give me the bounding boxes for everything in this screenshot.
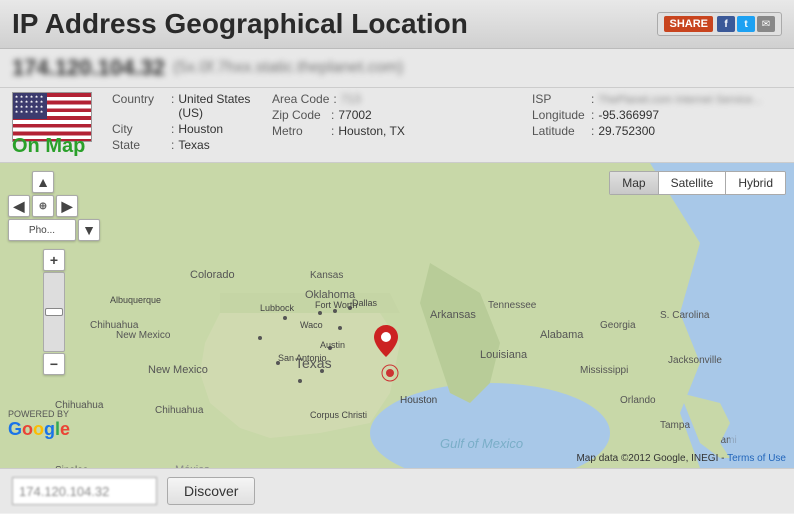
- svg-text:Lubbock: Lubbock: [260, 303, 295, 313]
- svg-text:México: México: [175, 464, 210, 468]
- info-section: ★★★★★★ ★★★★★★ ★★★★★★ ★★★★★★ Country : Un…: [0, 88, 794, 163]
- powered-by-text: POWERED BY: [8, 409, 69, 419]
- latitude-label: Latitude: [532, 124, 587, 138]
- info-mid: Area Code : 713 Zip Code : 77002 Metro :…: [272, 92, 522, 154]
- discover-button[interactable]: Discover: [167, 477, 255, 505]
- header: IP Address Geographical Location SHARE f…: [0, 0, 794, 49]
- svg-text:S. Carolina: S. Carolina: [660, 310, 710, 321]
- svg-text:Kansas: Kansas: [310, 270, 343, 281]
- zip-code-row: Zip Code : 77002: [272, 108, 522, 122]
- svg-text:Georgia: Georgia: [600, 320, 636, 331]
- longitude-row: Longitude : -95.366997: [532, 108, 782, 122]
- ip-hostname: (5x.0f.7hxx.static.theplanet.com): [173, 59, 403, 77]
- country-row: Country : United States (US): [112, 92, 262, 120]
- map-controls: ▲ ◀ ⊕ ▶ Pho... ▼ + −: [8, 171, 100, 375]
- city-row: City : Houston: [112, 122, 262, 136]
- ip-bar: 174.120.104.32 (5x.0f.7hxx.static.thepla…: [0, 49, 794, 88]
- share-button[interactable]: SHARE f t ✉: [657, 12, 782, 36]
- city-label: City: [112, 122, 167, 136]
- isp-row: ISP : ThePlanet.com Internet Service...: [532, 92, 782, 106]
- nav-right-button[interactable]: ▶: [56, 195, 78, 217]
- nav-down-button[interactable]: ▼: [78, 219, 100, 241]
- svg-text:Corpus Christi: Corpus Christi: [310, 410, 367, 420]
- area-code-label: Area Code: [272, 92, 329, 106]
- metro-row: Metro : Houston, TX: [272, 124, 522, 138]
- map-background: Texas Houston Louisiana Gulf of Mexico N…: [0, 163, 794, 468]
- zip-code-value: 77002: [338, 108, 371, 122]
- state-value: Texas: [178, 138, 209, 152]
- svg-text:San Antonio: San Antonio: [278, 353, 327, 363]
- svg-text:Sinaloa: Sinaloa: [55, 465, 89, 468]
- google-text: Google: [8, 419, 70, 440]
- ip-address: 174.120.104.32: [12, 55, 165, 81]
- nav-center-button[interactable]: ⊕: [32, 195, 54, 217]
- facebook-icon[interactable]: f: [717, 16, 735, 32]
- map-footer: Map data ©2012 Google, INEGI - Terms of …: [576, 453, 786, 464]
- ip-search-input[interactable]: [12, 477, 157, 505]
- isp-value: ThePlanet.com Internet Service...: [598, 94, 761, 106]
- info-right: ISP : ThePlanet.com Internet Service... …: [532, 92, 782, 154]
- nav-down-row: Pho... ▼: [8, 219, 100, 241]
- svg-text:Colorado: Colorado: [190, 269, 235, 281]
- bottom-bar: Discover: [0, 468, 794, 513]
- svg-text:Albuquerque: Albuquerque: [110, 295, 161, 305]
- isp-label: ISP: [532, 92, 587, 106]
- svg-text:Gulf of Mexico: Gulf of Mexico: [440, 436, 523, 451]
- svg-text:Arkansas: Arkansas: [430, 309, 476, 321]
- area-code-value: 713: [341, 92, 361, 106]
- svg-text:Tampa: Tampa: [660, 420, 690, 431]
- metro-value: Houston, TX: [338, 124, 404, 138]
- svg-text:Orlando: Orlando: [620, 395, 656, 406]
- svg-text:Fort Worth: Fort Worth: [315, 300, 357, 310]
- zoom-out-button[interactable]: −: [43, 353, 65, 375]
- latitude-value: 29.752300: [598, 124, 655, 138]
- svg-text:Waco: Waco: [300, 320, 323, 330]
- svg-text:Tennessee: Tennessee: [488, 300, 537, 311]
- svg-text:Alabama: Alabama: [540, 329, 584, 341]
- svg-text:Mississippi: Mississippi: [580, 365, 628, 376]
- nav-up-row: ▲: [8, 171, 100, 193]
- map-type-satellite-button[interactable]: Satellite: [659, 172, 727, 194]
- email-icon[interactable]: ✉: [757, 16, 775, 32]
- city-value: Houston: [178, 122, 223, 136]
- nav-up-button[interactable]: ▲: [32, 171, 54, 193]
- svg-text:Jacksonville: Jacksonville: [668, 355, 722, 366]
- photo-button[interactable]: Pho...: [8, 219, 76, 241]
- zoom-in-button[interactable]: +: [43, 249, 65, 271]
- zoom-slider: + −: [8, 249, 100, 375]
- svg-text:New Mexico: New Mexico: [116, 330, 171, 341]
- svg-text:New Mexico: New Mexico: [148, 364, 208, 376]
- state-label: State: [112, 138, 167, 152]
- page-title: IP Address Geographical Location: [12, 8, 468, 40]
- twitter-icon[interactable]: t: [737, 16, 755, 32]
- svg-text:Gulf of Mexico: Gulf of Mexico: [520, 409, 590, 421]
- google-logo: POWERED BY Google: [8, 409, 70, 440]
- country-label: Country: [112, 92, 167, 106]
- nav-mid-row: ◀ ⊕ ▶: [8, 195, 100, 217]
- longitude-label: Longitude: [532, 108, 587, 122]
- svg-text:Austin: Austin: [320, 340, 345, 350]
- map-type-controls: Map Satellite Hybrid: [609, 171, 786, 195]
- svg-text:Chihuahua: Chihuahua: [155, 405, 204, 416]
- metro-label: Metro: [272, 124, 327, 138]
- on-map-label: On Map: [12, 135, 85, 158]
- map-type-map-button[interactable]: Map: [610, 172, 658, 194]
- longitude-value: -95.366997: [598, 108, 659, 122]
- zoom-thumb[interactable]: [45, 308, 63, 316]
- latitude-row: Latitude : 29.752300: [532, 124, 782, 138]
- map-pin: [374, 325, 398, 362]
- zip-code-label: Zip Code: [272, 108, 327, 122]
- terms-of-use-link[interactable]: Terms of Use: [727, 453, 786, 464]
- svg-text:Houston: Houston: [400, 395, 437, 406]
- zoom-track[interactable]: [43, 272, 65, 352]
- map-container[interactable]: Texas Houston Louisiana Gulf of Mexico N…: [0, 163, 794, 468]
- share-label: SHARE: [664, 16, 713, 32]
- svg-text:Louisiana: Louisiana: [480, 349, 528, 361]
- area-code-row: Area Code : 713: [272, 92, 522, 106]
- country-value: United States (US): [178, 92, 262, 120]
- nav-left-button[interactable]: ◀: [8, 195, 30, 217]
- state-row: State : Texas: [112, 138, 262, 152]
- map-type-hybrid-button[interactable]: Hybrid: [726, 172, 785, 194]
- map-data-text: Map data ©2012 Google, INEGI -: [576, 453, 724, 464]
